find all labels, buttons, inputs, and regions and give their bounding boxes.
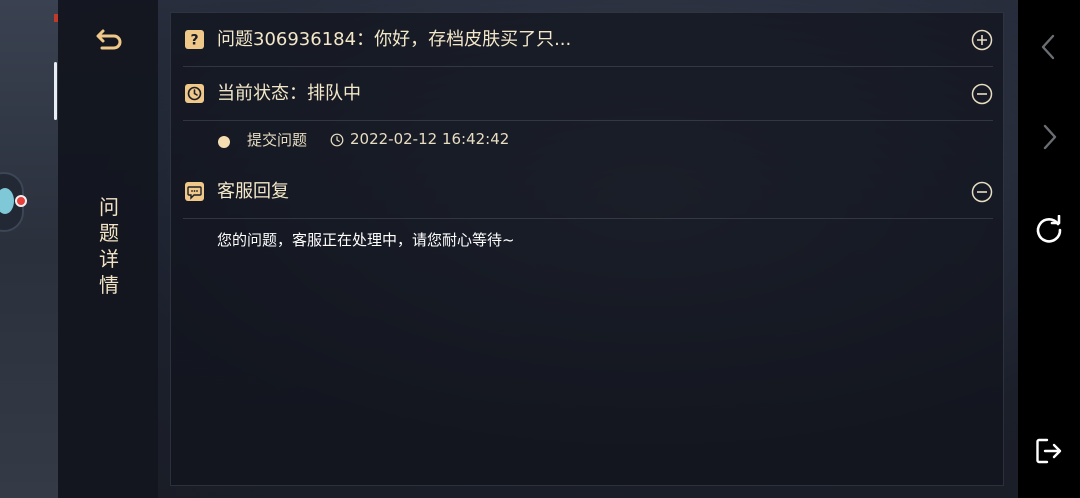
- status-title: 当前状态：排队中: [217, 83, 361, 104]
- system-nav-bar: [1018, 0, 1080, 498]
- plus-circle-icon[interactable]: [971, 29, 993, 51]
- minus-circle-icon[interactable]: [971, 83, 993, 105]
- step-dot: [218, 136, 230, 148]
- page-title-char: 情: [99, 273, 119, 297]
- notification-dot: [15, 195, 27, 207]
- reply-row[interactable]: 客服回复: [183, 165, 993, 219]
- clock-icon: [330, 133, 344, 147]
- refresh-icon[interactable]: [1034, 215, 1064, 245]
- game-help-screen: 问 题 详 情 ? 问题306936184：你好，存档皮肤买了只... 当前状态…: [0, 0, 1080, 498]
- question-title: 问题306936184：你好，存档皮肤买了只...: [217, 29, 572, 50]
- question-row[interactable]: ? 问题306936184：你好，存档皮肤买了只...: [183, 13, 993, 67]
- page-title-char: 详: [99, 247, 119, 271]
- svg-text:?: ?: [190, 33, 198, 49]
- chevron-right-icon[interactable]: [1034, 122, 1064, 152]
- reply-title: 客服回复: [217, 181, 289, 202]
- status-row[interactable]: 当前状态：排队中: [183, 67, 993, 121]
- status-step: 提交问题 2022-02-12 16:42:42: [183, 125, 993, 157]
- minus-circle-icon[interactable]: [971, 181, 993, 203]
- back-arrow-icon: [96, 29, 122, 50]
- page-title: 问 题 详 情: [96, 194, 122, 298]
- chevron-left-icon[interactable]: [1034, 32, 1064, 62]
- side-panel: 问 题 详 情: [58, 0, 158, 498]
- question-mark-icon: ?: [185, 30, 204, 49]
- page-title-char: 题: [99, 221, 119, 245]
- step-timestamp: 2022-02-12 16:42:42: [350, 130, 510, 148]
- reply-message: 您的问题，客服正在处理中，请您耐心等待~: [217, 231, 515, 249]
- page-title-char: 问: [99, 195, 119, 219]
- step-label: 提交问题: [247, 131, 308, 149]
- game-background-strip: [0, 0, 58, 498]
- chat-bubble-icon: [185, 182, 204, 201]
- avatar: [0, 188, 14, 214]
- clock-icon: [185, 84, 204, 103]
- back-button[interactable]: [94, 24, 126, 56]
- exit-icon[interactable]: [1034, 436, 1064, 466]
- side-indicator: [54, 62, 57, 120]
- question-detail-card: ? 问题306936184：你好，存档皮肤买了只... 当前状态：排队中 提交问…: [170, 12, 1004, 486]
